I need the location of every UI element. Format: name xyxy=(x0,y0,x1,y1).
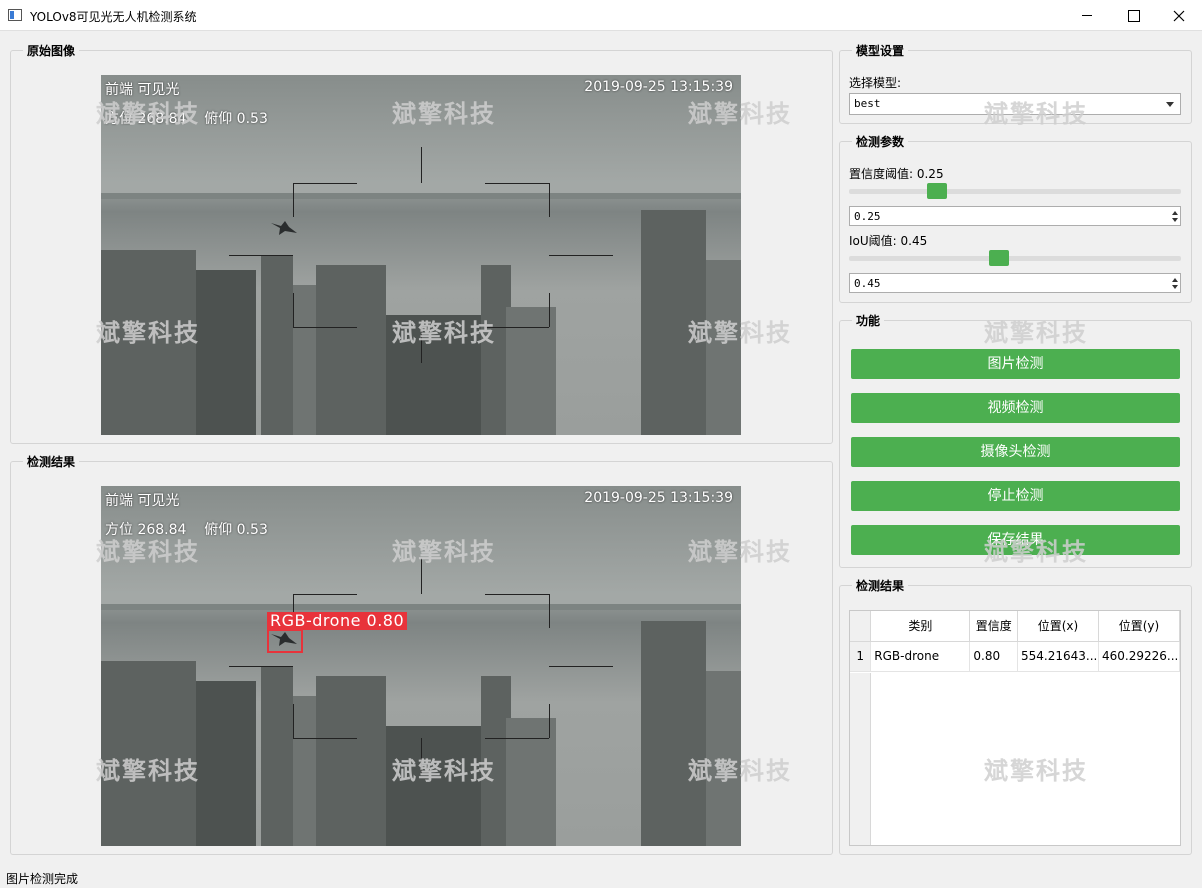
building xyxy=(386,315,486,435)
iou-slider-handle[interactable] xyxy=(989,250,1009,266)
frame-angle-label: 方位 268.84 俯仰 0.53 xyxy=(105,111,268,127)
crosshair-line xyxy=(229,666,293,667)
crosshair-line xyxy=(549,255,613,256)
confidence-slider[interactable] xyxy=(849,181,1181,201)
confidence-label: 置信度阈值: 0.25 xyxy=(849,167,944,181)
crosshair-bracket xyxy=(293,327,357,328)
functions-title: 功能 xyxy=(852,312,885,329)
drone-icon xyxy=(271,221,297,235)
model-settings-title: 模型设置 xyxy=(852,42,909,59)
building xyxy=(196,681,256,846)
crosshair-bracket xyxy=(293,738,357,739)
crosshair-bracket xyxy=(549,704,550,738)
frame-timestamp: 2019-09-25 13:15:39 xyxy=(584,79,733,95)
minimize-button[interactable] xyxy=(1064,0,1110,31)
building xyxy=(386,726,486,846)
building xyxy=(641,621,706,846)
building xyxy=(261,666,293,846)
crosshair-bracket xyxy=(293,704,294,738)
spin-down-icon[interactable] xyxy=(1172,285,1178,289)
frame-angle-label: 方位 268.84 俯仰 0.53 xyxy=(105,522,268,538)
confidence-spinbox[interactable]: 0.25 xyxy=(849,206,1181,226)
results-table[interactable]: 类别 置信度 位置(x) 位置(y) 1 RGB-drone 0.80 554.… xyxy=(849,610,1181,846)
iou-spinbox[interactable]: 0.45 xyxy=(849,273,1181,293)
spin-up-icon[interactable] xyxy=(1172,211,1178,215)
iou-value: 0.45 xyxy=(854,277,881,290)
cell-confidence[interactable]: 0.80 xyxy=(969,641,1018,672)
save-results-button[interactable]: 保存结果 xyxy=(851,525,1180,555)
crosshair-bracket xyxy=(293,293,294,327)
table-corner[interactable] xyxy=(850,611,872,642)
close-icon xyxy=(1173,10,1185,22)
crosshair-line xyxy=(421,558,422,594)
crosshair-bracket xyxy=(485,183,549,184)
column-header-x[interactable]: 位置(x) xyxy=(1017,611,1099,642)
iou-slider[interactable] xyxy=(849,248,1181,268)
row-number[interactable]: 1 xyxy=(850,641,872,672)
crosshair-bracket xyxy=(293,183,294,217)
title-bar: YOLOv8可见光无人机检测系统 xyxy=(0,0,1202,31)
crosshair-line xyxy=(229,255,293,256)
app-icon xyxy=(8,9,22,21)
table-header-row: 类别 置信度 位置(x) 位置(y) xyxy=(850,611,1180,642)
column-header-y[interactable]: 位置(y) xyxy=(1098,611,1180,642)
column-header-class[interactable]: 类别 xyxy=(870,611,971,642)
status-bar-text: 图片检测完成 xyxy=(6,872,79,886)
cell-x[interactable]: 554.21643... xyxy=(1017,641,1099,672)
cell-class[interactable]: RGB-drone xyxy=(870,641,971,672)
building xyxy=(641,210,706,435)
stop-detect-button[interactable]: 停止检测 xyxy=(851,481,1180,511)
frame-source-label: 前端 可见光 xyxy=(105,82,180,98)
result-frame: RGB-drone 0.80 前端 可见光 方位 268.84 俯仰 0.53 … xyxy=(101,486,741,846)
building xyxy=(706,260,741,435)
building xyxy=(101,250,196,435)
spin-down-icon[interactable] xyxy=(1172,218,1178,222)
maximize-button[interactable] xyxy=(1110,0,1156,31)
results-title: 检测结果 xyxy=(852,577,909,594)
result-image-title: 检测结果 xyxy=(23,453,80,470)
crosshair-bracket xyxy=(549,594,550,628)
select-model-label: 选择模型: xyxy=(849,76,902,90)
building xyxy=(316,676,386,846)
crosshair-bracket xyxy=(549,183,550,217)
building xyxy=(196,270,256,435)
crosshair-bracket xyxy=(485,594,549,595)
crosshair-bracket xyxy=(293,594,357,595)
detection-label: RGB-drone 0.80 xyxy=(267,612,408,630)
spin-up-icon[interactable] xyxy=(1172,278,1178,282)
original-image-title: 原始图像 xyxy=(23,42,80,59)
close-button[interactable] xyxy=(1156,0,1202,31)
crosshair-line xyxy=(421,327,422,363)
confidence-slider-handle[interactable] xyxy=(927,183,947,199)
crosshair-bracket xyxy=(293,183,357,184)
crosshair-line xyxy=(549,666,613,667)
crosshair-bracket xyxy=(485,738,549,739)
building xyxy=(261,255,293,435)
video-detect-button[interactable]: 视频检测 xyxy=(851,393,1180,423)
frame-timestamp: 2019-09-25 13:15:39 xyxy=(584,490,733,506)
iou-label: IoU阈值: 0.45 xyxy=(849,234,928,248)
window-title: YOLOv8可见光无人机检测系统 xyxy=(30,10,197,24)
cell-y[interactable]: 460.29226... xyxy=(1098,641,1180,672)
model-select[interactable]: best xyxy=(849,93,1181,115)
frame-source-label: 前端 可见光 xyxy=(105,493,180,509)
crosshair-bracket xyxy=(485,327,549,328)
image-detect-button[interactable]: 图片检测 xyxy=(851,349,1180,379)
detection-box xyxy=(267,629,303,653)
building xyxy=(316,265,386,435)
table-row[interactable]: 1 RGB-drone 0.80 554.21643... 460.29226.… xyxy=(850,641,1180,672)
building xyxy=(101,661,196,846)
model-select-value: best xyxy=(854,97,881,110)
crosshair-line xyxy=(421,147,422,183)
camera-detect-button[interactable]: 摄像头检测 xyxy=(851,437,1180,467)
confidence-value: 0.25 xyxy=(854,210,881,223)
column-header-confidence[interactable]: 置信度 xyxy=(969,611,1018,642)
crosshair-line xyxy=(421,738,422,774)
building xyxy=(706,671,741,846)
original-frame: 前端 可见光 方位 268.84 俯仰 0.53 2019-09-25 13:1… xyxy=(101,75,741,435)
chevron-down-icon xyxy=(1166,102,1174,107)
detection-params-title: 检测参数 xyxy=(852,133,909,150)
crosshair-bracket xyxy=(549,293,550,327)
